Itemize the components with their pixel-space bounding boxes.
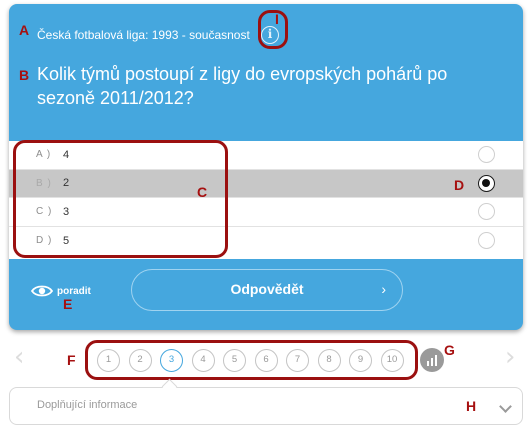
annotation-e: E bbox=[63, 296, 73, 312]
hint-label: poradit bbox=[57, 285, 91, 297]
annotation-g: G bbox=[444, 342, 455, 358]
annotation-f: F bbox=[67, 352, 76, 368]
annotation-d: D bbox=[454, 177, 465, 193]
annotation-b: B bbox=[19, 67, 30, 83]
annotation-box-i bbox=[258, 10, 288, 49]
annotation-a: A bbox=[19, 22, 30, 38]
hint-button[interactable]: poradit bbox=[31, 284, 91, 298]
more-info-panel[interactable]: Doplňující informace bbox=[9, 387, 523, 425]
question-text: Kolik týmů postoupí z ligy do evropských… bbox=[37, 64, 448, 108]
answer-radio[interactable] bbox=[478, 203, 495, 221]
chevron-down-icon[interactable] bbox=[499, 400, 512, 413]
answer-radio-selected[interactable] bbox=[478, 174, 495, 192]
next-question-arrow[interactable]: › bbox=[505, 344, 515, 370]
answer-radio[interactable] bbox=[478, 232, 495, 250]
prev-question-arrow[interactable]: ‹ bbox=[14, 344, 24, 370]
annotation-i: I bbox=[275, 11, 279, 27]
annotation-c: C bbox=[197, 184, 208, 200]
more-info-label: Doplňující informace bbox=[37, 399, 138, 411]
annotation-h: H bbox=[466, 398, 477, 414]
submit-answer-label: Odpovědět bbox=[230, 281, 304, 297]
annotation-box-f bbox=[85, 340, 418, 380]
answer-radio[interactable] bbox=[478, 146, 495, 164]
bar-chart-icon[interactable] bbox=[420, 348, 444, 372]
eye-icon bbox=[31, 285, 53, 297]
chevron-right-icon: › bbox=[381, 281, 386, 297]
annotation-box-c bbox=[13, 140, 228, 258]
submit-answer-button[interactable]: Odpovědět › bbox=[131, 269, 403, 311]
category-title: Česká fotbalová liga: 1993 - současnost bbox=[37, 28, 250, 42]
